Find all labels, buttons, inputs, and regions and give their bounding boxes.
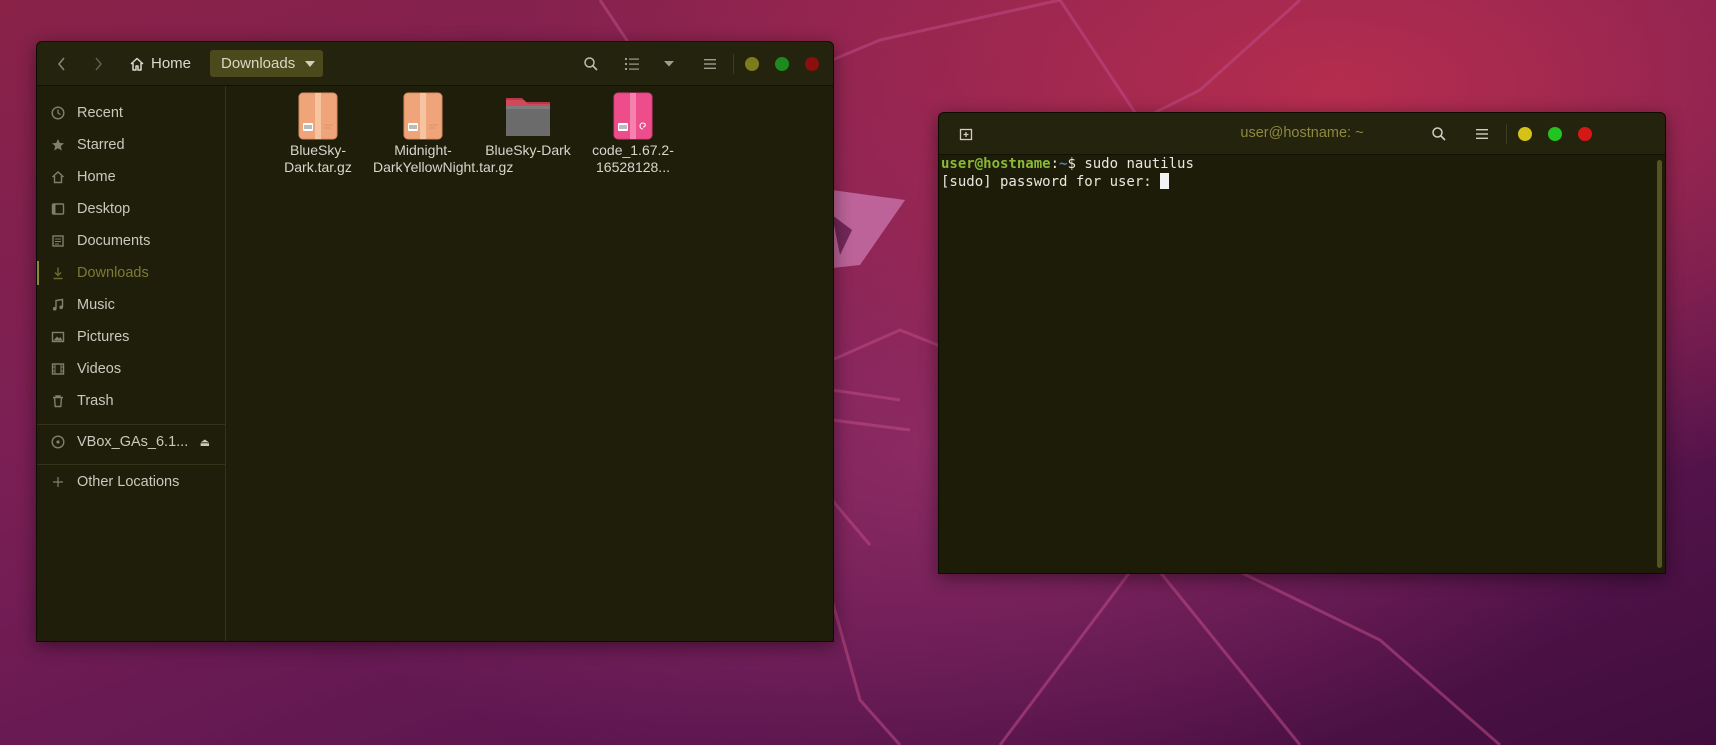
- terminal-scrollbar[interactable]: [1657, 160, 1662, 568]
- plus-icon: [49, 473, 67, 491]
- sidebar-item-home[interactable]: Home: [37, 161, 225, 193]
- file-name: BlueSky-Dark.tar.gz: [284, 142, 352, 175]
- breadcrumb-home-label: Home: [151, 55, 192, 72]
- document-icon: [49, 232, 67, 250]
- sidebar-item-pictures[interactable]: Pictures: [37, 321, 225, 353]
- desktop-icon: [49, 200, 67, 218]
- terminal-menu-button[interactable]: [1467, 120, 1497, 147]
- file-item[interactable]: BlueSky-Dark: [478, 92, 578, 159]
- view-mode-button[interactable]: [617, 50, 647, 77]
- terminal-headerbar: user@hostname: ~: [939, 113, 1665, 155]
- sidebar-item-starred[interactable]: Starred: [37, 129, 225, 161]
- trash-icon: [49, 392, 67, 410]
- dropdown-arrow-icon: [305, 61, 315, 67]
- command-text: sudo nautilus: [1084, 156, 1194, 172]
- files-headerbar: Home Downloads: [37, 42, 833, 86]
- sidebar-item-videos[interactable]: Videos: [37, 353, 225, 385]
- archive-icon: [298, 92, 338, 140]
- search-icon: [1432, 126, 1446, 141]
- file-name: BlueSky-Dark: [485, 142, 571, 158]
- maximize-button[interactable]: [1548, 127, 1562, 141]
- breadcrumb-home[interactable]: Home: [123, 51, 197, 76]
- new-tab-icon: [959, 128, 973, 140]
- main-menu-button[interactable]: [695, 50, 725, 77]
- sidebar-item-label: Pictures: [77, 329, 130, 345]
- breadcrumb-downloads[interactable]: Downloads: [210, 50, 323, 77]
- hamburger-menu-icon: [1476, 128, 1488, 139]
- file-view: BlueSky-Dark.tar.gz Midnight-DarkYellowN…: [226, 86, 833, 641]
- file-item[interactable]: Midnight-DarkYellowNight.tar.gz: [373, 92, 514, 176]
- text-cursor: [1160, 173, 1170, 189]
- terminal-output[interactable]: user@hostname:~$ sudo nautilus [sudo] pa…: [941, 156, 1647, 571]
- sidebar-item-downloads[interactable]: Downloads: [37, 257, 225, 289]
- music-icon: [49, 296, 67, 314]
- chevron-left-icon: [58, 57, 65, 70]
- home-icon: [130, 57, 144, 71]
- maximize-button[interactable]: [775, 57, 789, 71]
- sidebar-item-label: Home: [77, 169, 116, 185]
- sidebar-item-desktop[interactable]: Desktop: [37, 193, 225, 225]
- sidebar-item-label: VBox_GAs_6.1...: [77, 434, 189, 450]
- disc-icon: [49, 433, 67, 451]
- star-icon: [49, 136, 67, 154]
- places-sidebar: Recent Starred Home Desktop Documents Do…: [37, 86, 226, 641]
- prompt-user: user@hostname: [941, 156, 1051, 172]
- sidebar-item-label: Starred: [77, 137, 125, 153]
- new-tab-button[interactable]: [951, 120, 981, 147]
- file-name: code_1.67.2-16528128...: [592, 142, 674, 175]
- file-item[interactable]: BlueSky-Dark.tar.gz: [268, 92, 368, 176]
- terminal-window: user@hostname: ~ user@hostname:~$ sudo n…: [938, 112, 1666, 574]
- terminal-password-line: [sudo] password for user:: [941, 173, 1647, 190]
- view-options-button[interactable]: [654, 50, 684, 77]
- terminal-command-line: user@hostname:~$ sudo nautilus: [941, 156, 1647, 173]
- sidebar-item-label: Recent: [77, 105, 123, 121]
- sidebar-item-label: Documents: [77, 233, 151, 249]
- search-button[interactable]: [576, 50, 606, 77]
- sidebar-item-label: Downloads: [77, 265, 149, 281]
- search-icon: [584, 56, 598, 71]
- folder-icon: [506, 98, 550, 136]
- file-name: Midnight-DarkYellowNight.tar.gz: [373, 142, 514, 175]
- files-window: Home Downloads Recent Starred Home Deskt…: [36, 41, 834, 642]
- picture-icon: [49, 328, 67, 346]
- sudo-prompt-text: [sudo] password for user:: [941, 174, 1161, 190]
- back-button[interactable]: [49, 50, 75, 77]
- sidebar-divider: [37, 464, 225, 465]
- sidebar-item-recent[interactable]: Recent: [37, 97, 225, 129]
- clock-icon: [49, 104, 67, 122]
- sidebar-item-music[interactable]: Music: [37, 289, 225, 321]
- sidebar-item-vbox-disc[interactable]: VBox_GAs_6.1... ⏏: [37, 426, 225, 458]
- video-icon: [49, 360, 67, 378]
- close-button[interactable]: [805, 57, 819, 71]
- sidebar-item-label: Trash: [77, 393, 114, 409]
- prompt-separator: :: [1050, 156, 1060, 172]
- sidebar-item-trash[interactable]: Trash: [37, 385, 225, 417]
- sidebar-divider: [37, 424, 225, 425]
- home-icon: [49, 168, 67, 186]
- sidebar-item-label: Desktop: [77, 201, 131, 217]
- terminal-search-button[interactable]: [1424, 120, 1454, 147]
- sidebar-item-label: Other Locations: [77, 474, 180, 490]
- sidebar-item-documents[interactable]: Documents: [37, 225, 225, 257]
- close-button[interactable]: [1578, 127, 1592, 141]
- sidebar-item-label: Videos: [77, 361, 122, 377]
- header-separator: [733, 54, 734, 74]
- file-item[interactable]: code_1.67.2-16528128...: [583, 92, 683, 176]
- prompt-symbol: $: [1067, 156, 1085, 172]
- hamburger-menu-icon: [704, 58, 716, 69]
- archive-icon: [403, 92, 443, 140]
- list-view-icon: [625, 57, 639, 70]
- sort-chevron-icon: [664, 60, 674, 66]
- minimize-button[interactable]: [745, 57, 759, 71]
- sidebar-item-label: Music: [77, 297, 115, 313]
- breadcrumb-downloads-label: Downloads: [221, 55, 296, 72]
- minimize-button[interactable]: [1518, 127, 1532, 141]
- chevron-right-icon: [95, 57, 102, 70]
- header-separator: [1506, 124, 1507, 144]
- deb-package-icon: [613, 92, 653, 140]
- forward-button[interactable]: [85, 50, 111, 77]
- sidebar-item-other-locations[interactable]: Other Locations: [37, 466, 225, 498]
- download-icon: [49, 264, 67, 282]
- eject-icon[interactable]: ⏏: [200, 436, 210, 449]
